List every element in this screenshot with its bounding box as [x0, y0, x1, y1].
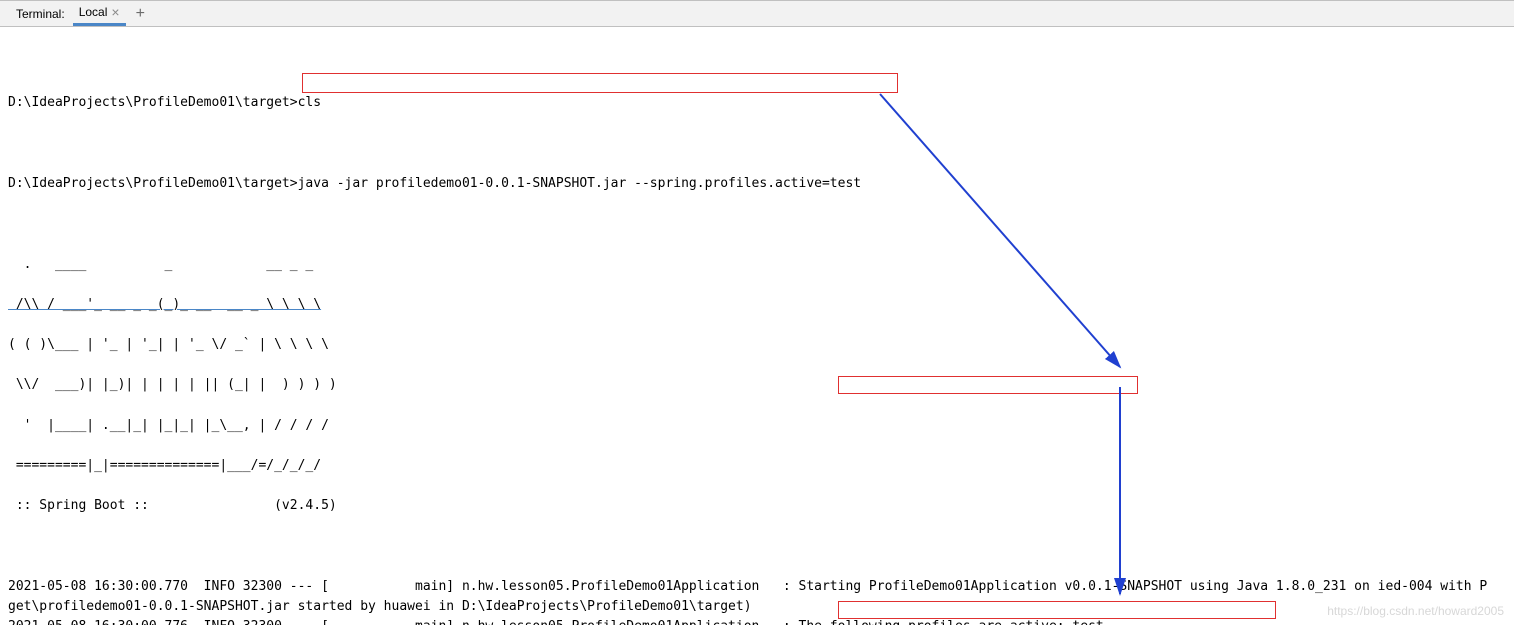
- ascii-art-line: :: Spring Boot :: (v2.4.5): [8, 496, 1514, 516]
- blank-line: [8, 214, 1514, 234]
- blank-line: [8, 134, 1514, 154]
- ascii-art-line: . ____ _ __ _ _: [8, 255, 1514, 275]
- log-line: 2021-05-08 16:30:00.770 INFO 32300 --- […: [8, 577, 1514, 597]
- ascii-art-line: ( ( )\___ | '_ | '_| | '_ \/ _` | \ \ \ …: [8, 335, 1514, 355]
- log-line: get\profiledemo01-0.0.1-SNAPSHOT.jar sta…: [8, 597, 1514, 617]
- tab-label: Local: [79, 5, 108, 19]
- prompt-line: [8, 53, 1514, 73]
- terminal-tab-local[interactable]: Local ×: [73, 1, 126, 26]
- terminal-output[interactable]: D:\IdeaProjects\ProfileDemo01\target>cls…: [0, 27, 1514, 625]
- ascii-art-line: ' |____| .__|_| |_|_| |_\__, | / / / /: [8, 416, 1514, 436]
- log-line: 2021-05-08 16:30:00.776 INFO 32300 --- […: [8, 617, 1514, 625]
- prompt-line: D:\IdeaProjects\ProfileDemo01\target>jav…: [8, 174, 1514, 194]
- ascii-art-line: /\\ / ___'_ __ _ _(_)_ __ __ _ \ \ \ \: [8, 295, 1514, 315]
- blank-line: [8, 537, 1514, 557]
- annotation-box-command: [302, 73, 898, 93]
- ascii-art-line: \\/ ___)| |_)| | | | | || (_| | ) ) ) ): [8, 375, 1514, 395]
- prompt-line: D:\IdeaProjects\ProfileDemo01\target>cls: [8, 93, 1514, 113]
- terminal-panel: Terminal: Local × + D:\IdeaProjects\Prof…: [0, 0, 1514, 625]
- terminal-label: Terminal:: [8, 7, 73, 21]
- add-tab-button[interactable]: +: [126, 5, 155, 23]
- ascii-art-line: =========|_|==============|___/=/_/_/_/: [8, 456, 1514, 476]
- log-lines-container: 2021-05-08 16:30:00.770 INFO 32300 --- […: [8, 577, 1514, 625]
- close-icon[interactable]: ×: [111, 4, 119, 20]
- terminal-tab-bar: Terminal: Local × +: [0, 1, 1514, 27]
- watermark: https://blog.csdn.net/howard2005: [1327, 602, 1504, 621]
